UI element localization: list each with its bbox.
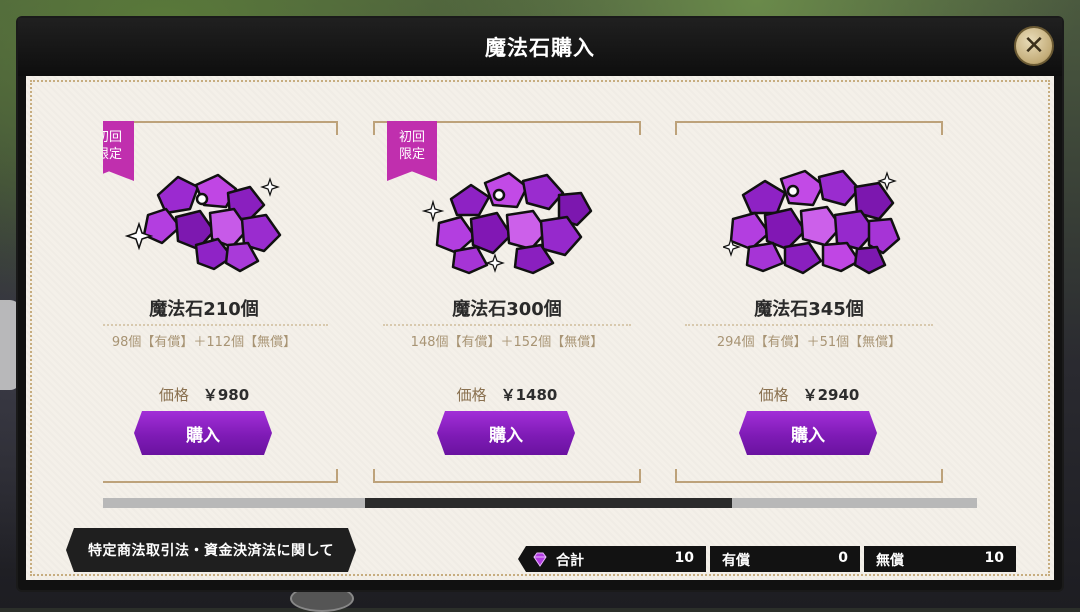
magic-stone-icon — [124, 173, 282, 273]
buy-button[interactable]: 購入 — [437, 411, 575, 455]
paid-stones: 有償 0 — [710, 546, 860, 572]
background-decoration — [0, 300, 20, 390]
product-price: 価格 ￥1480 — [373, 384, 641, 405]
divider — [685, 324, 933, 326]
free-stones: 無償 10 — [864, 546, 1016, 572]
close-button[interactable]: ✕ — [1014, 26, 1054, 66]
product-price: 価格 ￥980 — [103, 384, 338, 405]
product-card: 魔法石345個 294個【有償】＋51個【無償】 価格 ￥2940 購入 — [675, 121, 943, 483]
price-label: 価格 — [758, 386, 789, 404]
magic-stone-icon — [533, 552, 547, 567]
purchase-dialog: 魔法石購入 ✕ 初回 限定 — [18, 18, 1062, 590]
product-card: 初回 限定 — [373, 121, 641, 483]
product-price: 価格 ￥2940 — [675, 384, 943, 405]
price-value: ￥2940 — [802, 386, 860, 404]
total-stones: 合計 10 — [518, 546, 706, 572]
buy-button[interactable]: 購入 — [739, 411, 877, 455]
product-breakdown: 148個【有償】＋152個【無償】 — [410, 335, 604, 350]
price-label: 価格 — [456, 386, 487, 404]
horizontal-scrollbar[interactable] — [103, 498, 977, 508]
magic-stone-icon — [421, 171, 593, 275]
price-value: ￥980 — [202, 386, 250, 404]
divider — [383, 324, 631, 326]
magic-stone-icon — [723, 169, 901, 275]
paid-value: 0 — [838, 550, 848, 566]
product-name: 魔法石300個 — [452, 299, 562, 320]
divider — [103, 324, 328, 326]
product-name: 魔法石345個 — [754, 299, 864, 320]
close-icon: ✕ — [1023, 31, 1045, 61]
price-label: 価格 — [158, 386, 189, 404]
scrollbar-thumb[interactable] — [365, 498, 733, 508]
free-label: 無償 — [876, 553, 904, 569]
price-value: ￥1480 — [500, 386, 558, 404]
paid-label: 有償 — [722, 553, 750, 569]
dialog-header: 魔法石購入 ✕ — [18, 18, 1062, 76]
buy-button[interactable]: 購入 — [134, 411, 272, 455]
legal-info-button[interactable]: 特定商法取引法・資金決済法に関して — [66, 528, 356, 572]
product-breakdown: 294個【有償】＋51個【無償】 — [716, 335, 902, 350]
total-value: 10 — [674, 550, 694, 566]
total-label: 合計 — [556, 553, 584, 569]
product-card: 初回 限定 — [103, 121, 338, 483]
product-breakdown: 98個【有償】＋112個【無償】 — [111, 335, 297, 350]
product-scroll-area[interactable]: 初回 限定 — [103, 121, 979, 487]
dialog-body: 初回 限定 — [26, 76, 1054, 580]
free-value: 10 — [984, 550, 1004, 566]
product-name: 魔法石210個 — [149, 299, 259, 320]
dialog-title: 魔法石購入 — [485, 36, 595, 60]
